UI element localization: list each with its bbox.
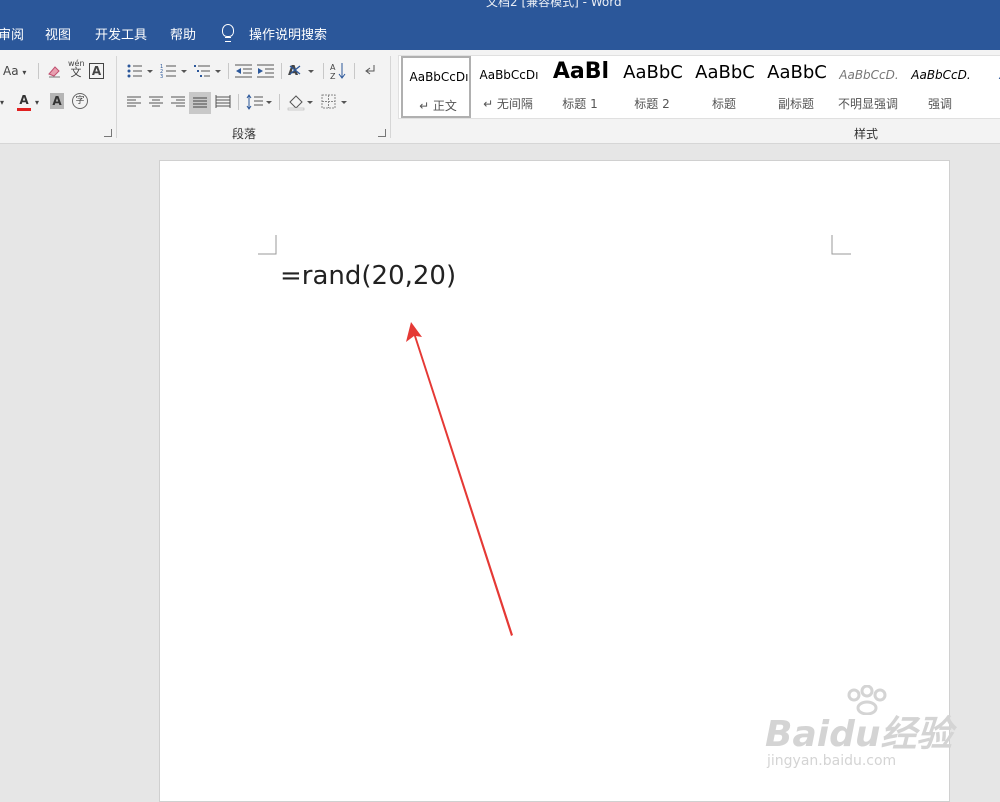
annotation-arrow (406, 322, 513, 636)
watermark: Baidu经验 jingyan.baidu.com (765, 685, 955, 785)
watermark-logo: Baidu经验 (765, 714, 953, 755)
watermark-site: jingyan.baidu.com (767, 753, 897, 769)
